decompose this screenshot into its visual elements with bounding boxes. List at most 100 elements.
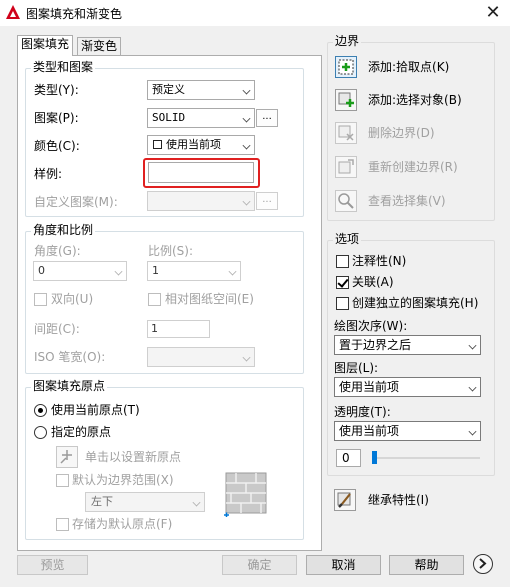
chevron-down-icon	[468, 427, 477, 436]
close-icon[interactable]: ✕	[482, 2, 504, 24]
default-extents-checkbox[interactable]	[56, 474, 69, 487]
associative-label: 关联(A)	[352, 275, 394, 289]
add-pick-points-label[interactable]: 添加:拾取点(K)	[368, 59, 449, 75]
layer-select[interactable]: 使用当前项	[334, 377, 481, 397]
more-options-button[interactable]	[473, 554, 493, 574]
type-select-value: 预定义	[152, 83, 185, 96]
separate-hatches-checkbox[interactable]	[336, 297, 349, 310]
angle-select[interactable]: 0	[33, 261, 127, 281]
color-select[interactable]: 使用当前项	[147, 135, 255, 155]
draw-order-select[interactable]: 置于边界之后	[334, 335, 481, 355]
spacing-input[interactable]: 1	[147, 320, 210, 338]
scale-select[interactable]: 1	[147, 261, 241, 281]
use-current-origin-radio[interactable]	[34, 404, 47, 417]
tab-gradient[interactable]: 渐变色	[77, 37, 122, 55]
chevron-down-icon	[242, 353, 251, 362]
preview-button[interactable]: 预览	[17, 555, 88, 575]
view-selections-label[interactable]: 查看选择集(V)	[368, 193, 446, 209]
remove-boundary-icon	[338, 125, 354, 141]
magnifier-icon	[338, 193, 354, 209]
angle-label: 角度(G):	[34, 244, 81, 258]
default-extents-label: 默认为边界范围(X)	[72, 473, 174, 487]
chevron-down-icon	[242, 86, 251, 95]
chevron-down-icon	[242, 114, 251, 123]
type-label: 类型(Y):	[34, 83, 79, 97]
autocad-logo-icon	[6, 5, 20, 19]
iso-pen-select[interactable]	[147, 347, 255, 367]
view-selections-button[interactable]	[335, 190, 357, 212]
tab-hatch[interactable]: 图案填充	[17, 35, 74, 56]
options-title: 选项	[333, 232, 362, 246]
use-current-origin-label: 使用当前原点(T)	[51, 403, 140, 417]
transparency-label: 透明度(T):	[334, 405, 391, 419]
relative-paper-checkbox[interactable]	[148, 293, 161, 306]
inherit-properties-button[interactable]	[334, 489, 356, 511]
remove-boundaries-button[interactable]	[335, 122, 357, 144]
color-label: 颜色(C):	[34, 139, 80, 153]
extents-position-select[interactable]: 左下	[85, 492, 205, 512]
recreate-boundary-button[interactable]	[335, 156, 357, 178]
select-objects-icon	[338, 92, 354, 107]
help-button[interactable]: 帮助	[389, 555, 464, 575]
relative-paper-label: 相对图纸空间(E)	[165, 292, 254, 306]
recreate-boundary-label[interactable]: 重新创建边界(R)	[368, 159, 458, 175]
chevron-down-icon	[114, 267, 123, 276]
specified-origin-radio[interactable]	[34, 426, 47, 439]
double-checkbox[interactable]	[34, 293, 47, 306]
pattern-select[interactable]: SOLID	[147, 108, 255, 128]
chevron-down-icon	[468, 383, 477, 392]
spacing-label: 间距(C):	[34, 322, 80, 336]
swatch-label: 样例:	[34, 167, 63, 181]
set-origin-icon	[60, 450, 72, 464]
chevron-down-icon	[242, 141, 251, 150]
angle-select-value: 0	[38, 264, 45, 277]
custom-browse-button[interactable]: ...	[256, 192, 278, 210]
separate-hatches-label: 创建独立的图案填充(H)	[352, 296, 479, 310]
remove-boundaries-label[interactable]: 删除边界(D)	[368, 125, 435, 141]
type-pattern-title: 类型和图案	[31, 60, 96, 74]
custom-pattern-label: 自定义图案(M):	[34, 195, 118, 209]
origin-preview-image	[223, 471, 269, 517]
set-origin-button[interactable]	[56, 446, 78, 468]
scale-select-value: 1	[152, 264, 159, 277]
custom-pattern-select[interactable]	[147, 191, 255, 211]
annotative-label: 注释性(N)	[352, 254, 407, 268]
add-select-objects-label[interactable]: 添加:选择对象(B)	[368, 92, 462, 108]
swatch-preview[interactable]	[148, 162, 254, 183]
ok-button[interactable]: 确定	[222, 555, 297, 575]
layer-value: 使用当前项	[339, 380, 400, 394]
store-default-checkbox[interactable]	[56, 518, 69, 531]
add-select-objects-button[interactable]	[335, 89, 357, 111]
pattern-select-value: SOLID	[152, 111, 186, 124]
inherit-properties-label[interactable]: 继承特性(I)	[368, 492, 429, 508]
chevron-down-icon	[242, 197, 251, 206]
color-select-value: 使用当前项	[166, 138, 221, 151]
double-label: 双向(U)	[51, 292, 94, 306]
transparency-slider-thumb[interactable]	[372, 451, 377, 464]
recreate-boundary-icon	[338, 159, 354, 174]
chevron-down-icon	[228, 267, 237, 276]
scale-label: 比例(S):	[148, 244, 194, 258]
pick-point-icon	[338, 59, 354, 75]
cancel-button[interactable]: 取消	[306, 555, 381, 575]
brick-pattern-icon	[224, 472, 267, 517]
click-set-origin-label: 单击以设置新原点	[85, 450, 182, 464]
iso-pen-label: ISO 笔宽(O):	[34, 350, 106, 364]
pattern-browse-button[interactable]: ...	[256, 109, 278, 127]
boundaries-title: 边界	[333, 34, 362, 48]
title-bar: 图案填充和渐变色 ✕	[0, 0, 510, 26]
layer-label: 图层(L):	[334, 361, 379, 375]
store-default-label: 存储为默认原点(F)	[72, 517, 173, 531]
transparency-select[interactable]: 使用当前项	[334, 421, 481, 441]
color-swatch-icon	[153, 140, 162, 149]
type-select[interactable]: 预定义	[147, 80, 255, 100]
associative-checkbox[interactable]	[336, 276, 349, 289]
hatch-origin-title: 图案填充原点	[31, 379, 108, 393]
annotative-checkbox[interactable]	[336, 255, 349, 268]
specified-origin-label: 指定的原点	[51, 425, 112, 439]
chevron-down-icon	[468, 341, 477, 350]
add-pick-points-button[interactable]	[335, 56, 357, 78]
transparency-amount-input[interactable]: 0	[336, 449, 361, 467]
draw-order-value: 置于边界之后	[339, 338, 412, 352]
draw-order-label: 绘图次序(W):	[334, 319, 408, 333]
